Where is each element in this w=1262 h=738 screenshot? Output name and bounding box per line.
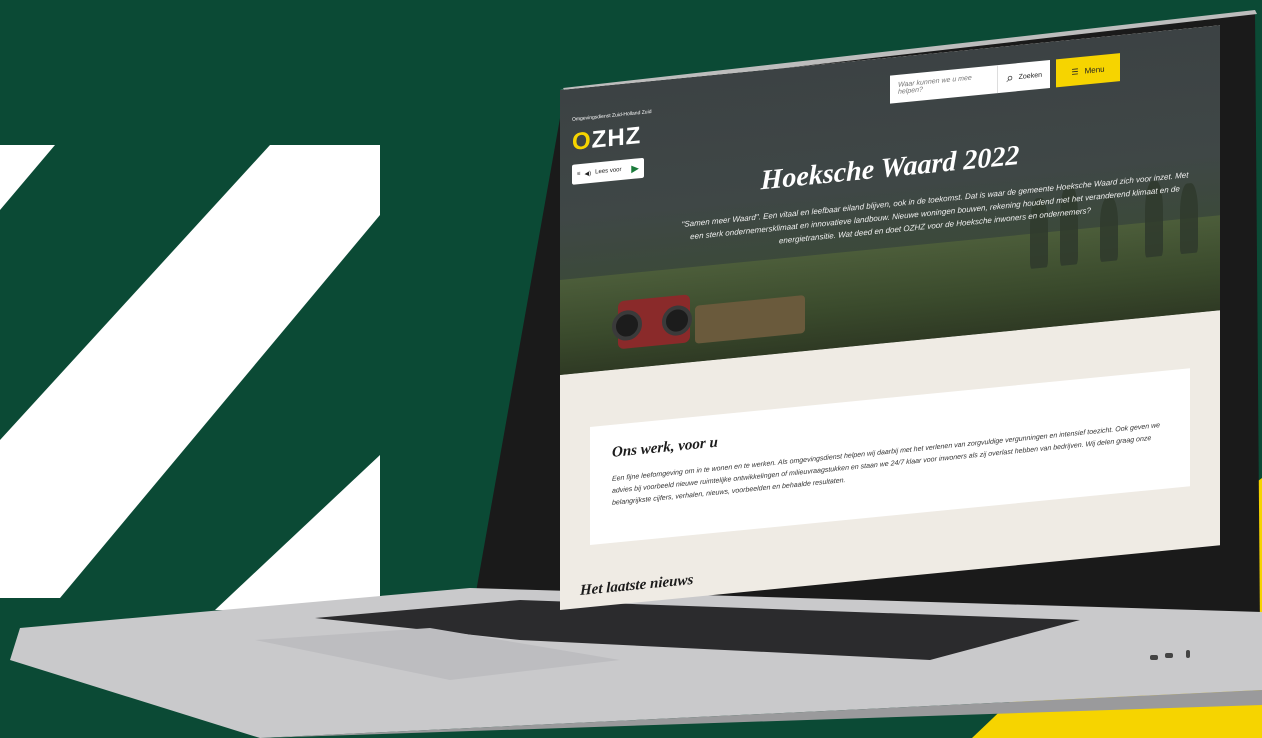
hero-field-image (560, 215, 1220, 375)
ozhz-logo[interactable]: OZHZ (572, 122, 641, 157)
tractor-wheel (662, 304, 692, 337)
hamburger-icon: ☰ (1071, 66, 1079, 77)
speaker-icon: ◀) (584, 170, 592, 178)
menu-lines-icon: ≡ (577, 170, 581, 178)
search-bar[interactable]: Waar kunnen we u mee helpen? ⌕ Zoeken (890, 59, 1050, 104)
logo-letters: ZHZ (591, 122, 642, 154)
work-section-card: Ons werk, voor u Een fijne leefomgeving … (590, 368, 1190, 546)
laptop-screen: Omgevingsdienst Zuid-Holland Zuid OZHZ ≡… (560, 25, 1220, 610)
news-section-title: Het laatste nieuws (580, 571, 694, 600)
tractor-wheel (612, 308, 642, 342)
tractor-image (612, 294, 692, 350)
search-input[interactable]: Waar kunnen we u mee helpen? (890, 72, 997, 97)
search-button[interactable]: ⌕ Zoeken (997, 59, 1050, 94)
search-button-label: Zoeken (1018, 71, 1042, 81)
menu-button[interactable]: ☰ Menu (1056, 53, 1120, 88)
logo-subtitle: Omgevingsdienst Zuid-Holland Zuid (572, 109, 652, 123)
logo-accent-letter: O (572, 126, 592, 156)
play-icon: ▶ (631, 162, 639, 175)
search-icon: ⌕ (1006, 69, 1014, 86)
menu-button-label: Menu (1084, 64, 1105, 76)
read-aloud-label: Lees voor (595, 166, 622, 176)
